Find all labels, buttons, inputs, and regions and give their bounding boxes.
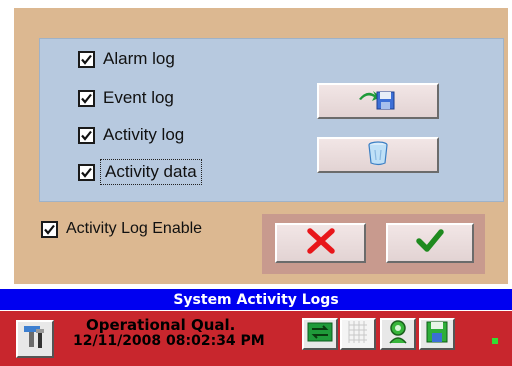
- activity-log-enable-option[interactable]: Activity Log Enable: [41, 220, 202, 238]
- activity-data-option[interactable]: Activity data: [78, 159, 202, 185]
- network-button[interactable]: [302, 318, 338, 350]
- mode-info: Operational Qual. 12/11/2008 08:02:34 PM: [73, 317, 265, 349]
- log-options-panel: Alarm log Event log Activity log Activit…: [39, 38, 504, 202]
- network-icon: [307, 322, 333, 347]
- mode-label: Operational Qual.: [86, 316, 236, 334]
- tools-button[interactable]: [16, 320, 54, 358]
- save-to-disk-icon: [357, 87, 399, 116]
- save-button[interactable]: [419, 318, 455, 350]
- grid-icon: [347, 319, 369, 350]
- activity-data-label: Activity data: [100, 159, 202, 185]
- screen-title-bar: System Activity Logs: [0, 289, 512, 310]
- grid-button[interactable]: [340, 318, 376, 350]
- event-log-label: Event log: [103, 88, 174, 107]
- datetime-label: 12/11/2008 08:02:34 PM: [73, 333, 265, 349]
- tools-icon: [21, 323, 49, 356]
- activity-log-enable-checkbox[interactable]: [41, 220, 58, 238]
- cancel-button[interactable]: [275, 223, 366, 263]
- status-led-icon: [492, 338, 498, 344]
- delete-log-button[interactable]: [317, 137, 439, 173]
- activity-data-checkbox[interactable]: [78, 163, 95, 181]
- red-x-icon: [306, 227, 336, 259]
- event-log-checkbox[interactable]: [78, 89, 95, 107]
- activity-log-enable-label: Activity Log Enable: [66, 220, 203, 237]
- activity-log-checkbox[interactable]: [78, 126, 95, 144]
- activity-log-dialog: Alarm log Event log Activity log Activit…: [14, 8, 508, 284]
- event-log-option[interactable]: Event log: [78, 88, 174, 108]
- user-button[interactable]: [380, 318, 416, 350]
- green-checkmark-icon: [415, 228, 445, 259]
- export-log-button[interactable]: [317, 83, 439, 119]
- trash-bin-icon: [366, 140, 390, 171]
- confirm-panel: [262, 214, 485, 274]
- activity-log-option[interactable]: Activity log: [78, 125, 184, 145]
- screen: Alarm log Event log Activity log Activit…: [0, 0, 512, 366]
- alarm-log-checkbox[interactable]: [78, 50, 95, 68]
- taskbar: Operational Qual. 12/11/2008 08:02:34 PM: [0, 311, 512, 366]
- alarm-log-option[interactable]: Alarm log: [78, 49, 175, 69]
- alarm-log-label: Alarm log: [103, 49, 175, 68]
- screen-title: System Activity Logs: [173, 291, 339, 308]
- activity-log-label: Activity log: [103, 125, 185, 144]
- ok-button[interactable]: [386, 223, 474, 263]
- person-icon: [386, 319, 410, 350]
- save-icon: [425, 320, 449, 349]
